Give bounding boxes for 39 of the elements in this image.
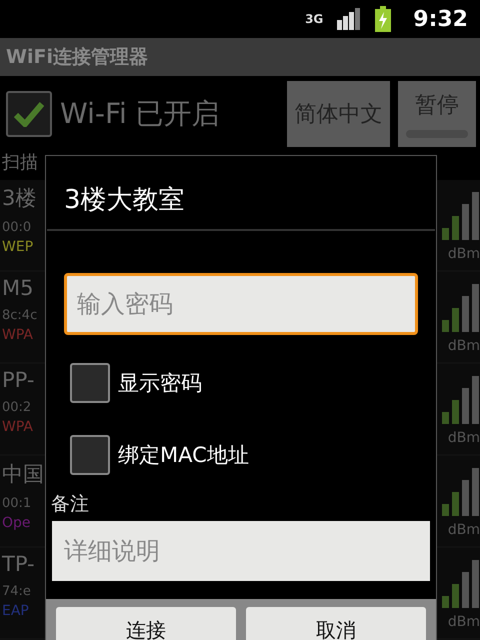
signal-unit: dBm [448,614,480,630]
app-title: WiFi连接管理器 [6,45,148,70]
signal-unit: dBm [448,338,480,354]
clock-time: 9:32 [413,6,468,32]
network-type-label: 3G [305,13,324,25]
security-type: EAP [2,603,30,619]
wifi-status-label: Wi-Fi 已开启 [60,96,221,132]
network-name: PP- [2,368,36,392]
signal-unit: dBm [448,522,480,538]
mac-address: 74:e [2,584,32,599]
connect-button[interactable]: 连接 [56,606,236,640]
mac-address: 00:0 [2,220,32,235]
security-type: WEP [2,239,34,255]
note-field[interactable]: 详细说明 [52,520,430,581]
cell-signal-icon [337,8,362,30]
mac-address: 8c:4c [2,308,38,323]
security-type: WPA [2,327,34,343]
option-checkbox[interactable] [70,362,110,403]
note-label: 备注 [51,492,90,517]
mac-address: 00:2 [2,400,32,415]
network-name: M5 [2,276,34,300]
wifi-checkbox[interactable] [6,91,52,137]
dialog-title: 3楼大教室 [63,184,186,217]
signal-unit: dBm [448,430,480,446]
option-label: 显示密码 [118,370,202,397]
scan-label: 扫描 [1,151,39,175]
network-name: TP- [2,552,36,576]
network-name: 3楼 [2,185,38,212]
check-icon [14,101,44,127]
signal-unit: dBm [448,246,480,262]
option-label: 绑定MAC地址 [118,442,249,469]
cancel-button[interactable]: 取消 [246,606,426,640]
security-type: Ope [2,515,32,531]
mac-address: 00:1 [2,496,32,511]
network-name: 中国 [2,461,45,488]
option-checkbox[interactable] [70,434,110,475]
battery-charging-icon [375,6,392,32]
security-type: WPA [2,419,34,435]
password-field[interactable]: 输入密码 [64,272,418,335]
